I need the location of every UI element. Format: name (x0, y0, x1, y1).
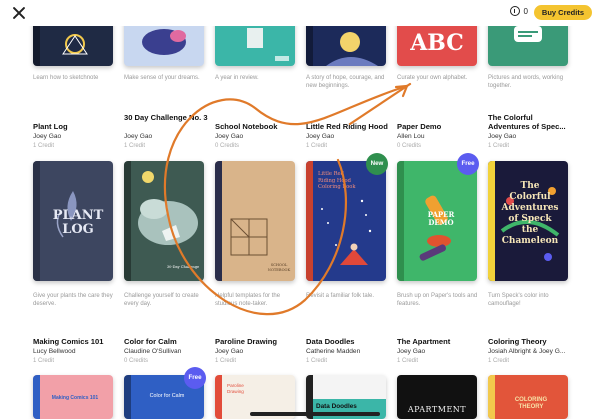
book-cover-coloring-theory[interactable]: COLORING THEORY (488, 375, 568, 419)
book-cover-paper-demo[interactable]: PAPER DEMO (397, 161, 477, 281)
credit-count: 0 (523, 6, 528, 16)
book-title[interactable]: 30 Day Challenge No. 3 (124, 113, 210, 122)
book-cost: 1 Credit (397, 358, 419, 364)
book-cost: 1 Credit (306, 143, 328, 149)
challenge-cover-text: 30-Day Challenge (166, 265, 200, 269)
book-description: A story of hope, courage, and new beginn… (306, 75, 385, 89)
book-author: Joey Gao (397, 348, 426, 355)
book-description: A year in review. (215, 75, 259, 81)
book-author: Joey Gao (488, 133, 517, 140)
credit-balance: 0 (509, 6, 528, 16)
credit-icon (509, 6, 520, 16)
book-cost: 1 Credit (33, 143, 55, 149)
coloring-theory-cover-text: COLORING THEORY (514, 397, 548, 410)
book-cost: 1 Credit (488, 358, 510, 364)
book-cost: 1 Credit (124, 143, 146, 149)
book-description: Helpful templates for the studious note-… (215, 293, 281, 307)
book-description: Pictures and words, working together. (488, 75, 564, 89)
book-description: Make sense of your dreams. (124, 75, 200, 81)
book-description: Learn how to sketchnote (33, 75, 99, 81)
book-cost: 0 Credits (215, 143, 240, 149)
buy-credits-button[interactable]: Buy Credits (533, 5, 592, 20)
paroline-cover-text: Paroline Drawing (227, 383, 244, 394)
book-title[interactable]: Plant Log (33, 122, 119, 131)
top-bar: 0 Buy Credits (0, 0, 600, 26)
book-title[interactable]: Color for Calm (124, 337, 210, 346)
book-cover-school-notebook[interactable]: SCHOOL NOTEBOOK (215, 161, 295, 281)
book-description: Brush up on Paper's tools and features. (397, 293, 478, 307)
book-author: Lucy Bellwood (33, 348, 76, 355)
paper-demo-cover-text: PAPER DEMO (427, 210, 455, 227)
book-cover-red-riding-hood[interactable]: Little Red Riding Hood Coloring Book (306, 161, 386, 281)
notebook-cover-text: SCHOOL NOTEBOOK (267, 263, 291, 272)
book-cost: 1 Credit (33, 358, 55, 364)
book-title[interactable]: The Colorful Adventures of Spec... (488, 113, 574, 131)
free-badge: Free (457, 153, 479, 175)
book-cover-30-day-challenge[interactable]: 30-Day Challenge (124, 161, 204, 281)
book-author: Allen Lou (397, 133, 425, 140)
book-cover-plant-log[interactable]: PLANT LOG (33, 161, 113, 281)
book-cost: 0 Credits (124, 358, 149, 364)
book-cover-apartment[interactable]: APARTMENT (397, 375, 477, 419)
challenge-art (138, 171, 198, 245)
book-cover-making-comics[interactable]: Making Comics 101 (33, 375, 113, 419)
book-description: Revisit a familiar folk tale. (306, 293, 375, 299)
book-description: Turn Speck's color into camouflage! (488, 293, 549, 307)
book-cost: 1 Credit (306, 358, 328, 364)
book-author: Joey Gao (306, 133, 335, 140)
book-title[interactable]: Coloring Theory (488, 337, 574, 346)
book-cover-speck-chameleon[interactable]: The Colorful Adventures of Speck the Cha… (488, 161, 568, 281)
book-author: Catherine Madden (306, 348, 361, 355)
book-description: Curate your own alphabet. (397, 75, 468, 81)
book-cost: 1 Credit (488, 143, 510, 149)
book-title[interactable]: School Notebook (215, 122, 301, 131)
book-title[interactable]: Little Red Riding Hood (306, 122, 392, 131)
book-title[interactable]: Making Comics 101 (33, 337, 119, 346)
book-author: Joey Gao (33, 133, 62, 140)
plant-log-cover-text: PLANT LOG (52, 208, 104, 237)
new-badge: New (366, 153, 388, 175)
book-cost: 1 Credit (215, 358, 237, 364)
making-comics-cover-text: Making Comics 101 (51, 395, 99, 401)
data-doodles-cover-text: Data Doodles (316, 403, 357, 410)
book-description: Challenge yourself to create every day. (124, 293, 199, 307)
apartment-cover-text: APARTMENT (407, 405, 467, 414)
color-calm-cover-text: Color for Calm (149, 393, 185, 399)
book-author: Josiah Albright & Joey G... (488, 348, 566, 355)
alphabet-cover-text: ABC (410, 30, 464, 56)
book-author: Joey Gao (215, 348, 244, 355)
book-title[interactable]: Data Doodles (306, 337, 392, 346)
book-title[interactable]: Paroline Drawing (215, 337, 301, 346)
book-author: Joey Gao (124, 133, 153, 140)
free-badge: Free (184, 367, 206, 389)
close-icon[interactable] (11, 5, 27, 21)
horizontal-scrollbar[interactable] (250, 412, 380, 416)
book-author: Claudine O'Sullivan (124, 348, 182, 355)
book-title[interactable]: The Apartment (397, 337, 483, 346)
book-author: Joey Gao (215, 133, 244, 140)
book-cost: 0 Credits (397, 143, 422, 149)
red-riding-hood-cover-text: Little Red Riding Hood Coloring Book (318, 171, 356, 190)
book-title[interactable]: Paper Demo (397, 122, 483, 131)
chameleon-cover-text: The Colorful Adventures of Speck the Cha… (501, 181, 559, 246)
book-description: Give your plants the care they deserve. (33, 293, 113, 307)
